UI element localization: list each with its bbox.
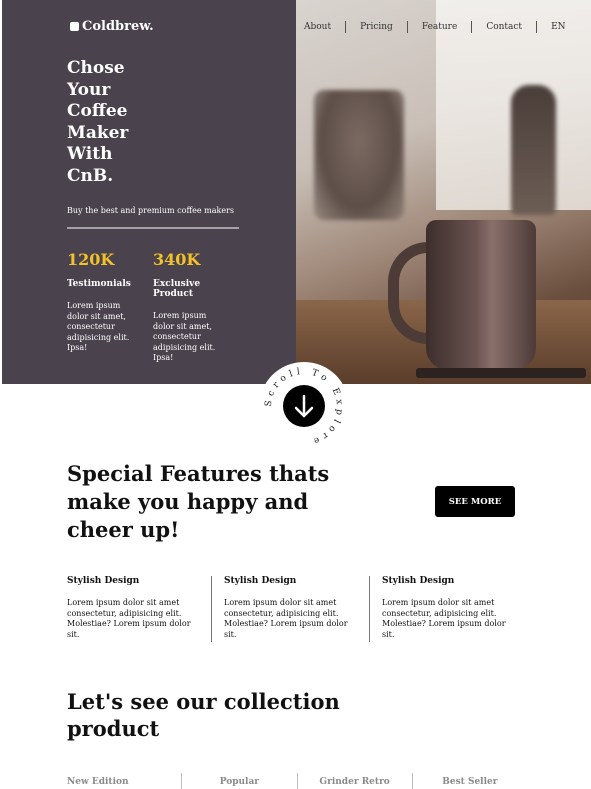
hero-divider (67, 227, 239, 229)
hero-subtitle: Buy the best and premium coffee makers (67, 206, 235, 215)
mug-saucer (416, 368, 586, 378)
feature-description: Lorem ipsum dolor sit amet consectetur, … (382, 598, 506, 639)
tab-new-edition[interactable]: New Edition (67, 773, 181, 789)
stat-description: Lorem ipsum dolor sit amet, consectetur … (67, 301, 130, 352)
tab-grinder-retro[interactable]: Grinder Retro (296, 773, 412, 789)
feature-description: Lorem ipsum dolor sit amet consectetur, … (224, 598, 348, 639)
hero-title-line: Coffee (67, 101, 128, 121)
feature-title: Stylish Design (382, 576, 455, 586)
hero-coffee-photo (296, 0, 591, 384)
feature-card: Stylish Design Lorem ipsum dolor sit ame… (382, 576, 517, 640)
stat-description: Lorem ipsum dolor sit amet, consectetur … (153, 311, 216, 362)
stat-label: Exclusive Product (153, 279, 201, 299)
feature-title: Stylish Design (67, 576, 140, 586)
square-logo-icon (70, 22, 79, 31)
features-heading: Special Features thats make you happy an… (67, 461, 330, 542)
nav-language[interactable]: EN (536, 21, 579, 33)
coffee-mug (426, 220, 536, 370)
photo-grinder (511, 85, 556, 215)
nav-pricing[interactable]: Pricing (345, 21, 407, 33)
feature-card: Stylish Design Lorem ipsum dolor sit ame… (224, 576, 359, 640)
hero-title-line: Your (67, 79, 111, 100)
nav-contact[interactable]: Contact (471, 21, 536, 33)
feature-title: Stylish Design (224, 576, 297, 586)
nav-feature[interactable]: Feature (406, 21, 472, 33)
stat-value: 340K (153, 250, 201, 269)
tab-best-seller[interactable]: Best Seller (411, 773, 527, 789)
stat-value: 120K (67, 250, 115, 269)
brand-logo[interactable]: Coldbrew. (70, 19, 154, 34)
main-nav: About Pricing Feature Contact EN (296, 20, 580, 34)
feature-divider (211, 576, 212, 642)
tab-popular[interactable]: Popular (181, 773, 296, 789)
scroll-badge-graphic: Scroll To Explore (259, 362, 349, 452)
feature-divider (369, 576, 370, 642)
feature-description: Lorem ipsum dolor sit amet consectetur, … (67, 598, 191, 639)
hero-title: Chose Your Coffee Maker With CnB. (67, 58, 197, 187)
feature-card: Stylish Design Lorem ipsum dolor sit ame… (67, 576, 202, 640)
hero-title-line: With (67, 144, 113, 164)
brand-name: Coldbrew. (82, 19, 154, 34)
hero-title-line: CnB. (67, 165, 114, 186)
see-more-button[interactable]: SEE MORE (435, 486, 515, 517)
photo-espresso-machine (314, 90, 404, 220)
hero-title-line: Chose (67, 58, 125, 78)
hero-title-line: Maker (67, 122, 129, 143)
collection-heading: Let's see our collection product (67, 689, 340, 741)
stat-label: Testimonials (67, 279, 131, 289)
stat-exclusive-product: 340K Exclusive Product Lorem ipsum dolor… (153, 250, 243, 364)
collection-tabs: New Edition Popular Grinder Retro Best S… (67, 773, 527, 789)
nav-about[interactable]: About (296, 21, 345, 33)
stat-testimonials: 120K Testimonials Lorem ipsum dolor sit … (67, 250, 157, 354)
scroll-to-explore-badge[interactable]: Scroll To Explore (259, 362, 349, 452)
